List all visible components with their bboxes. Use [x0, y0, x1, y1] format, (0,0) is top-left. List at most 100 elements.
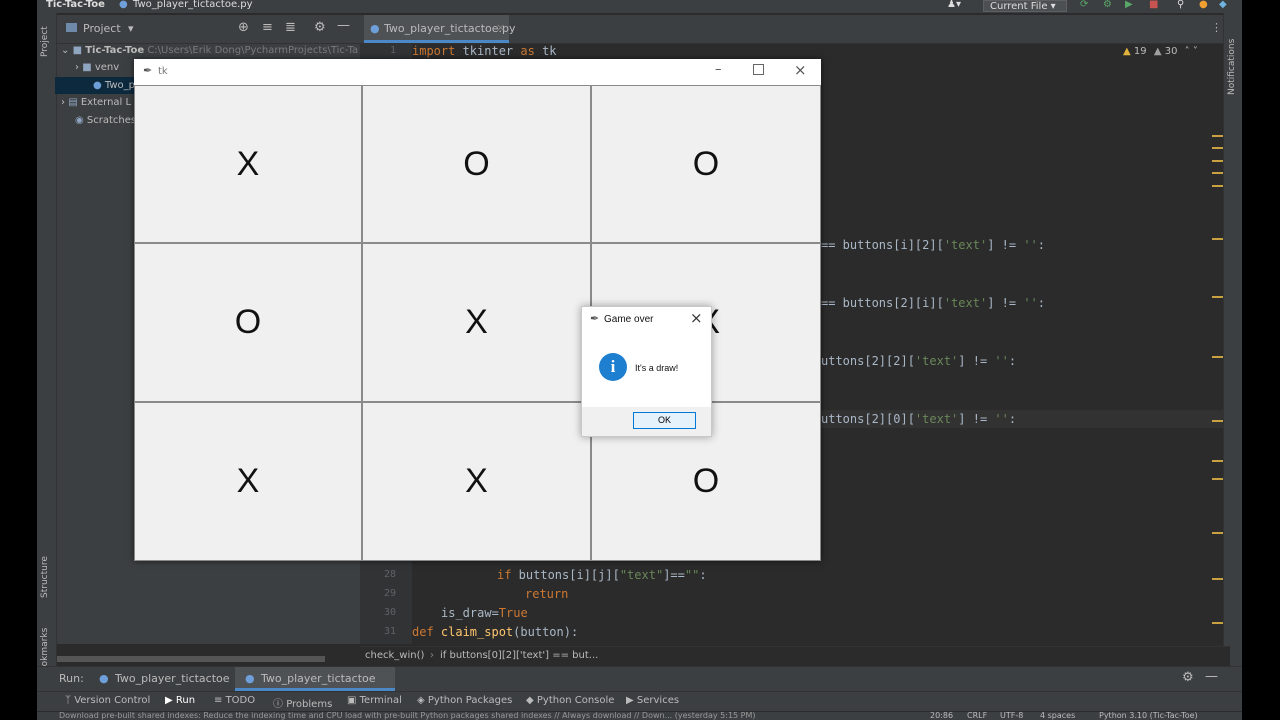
tree-item-venv[interactable]: › ■ venv	[75, 59, 119, 76]
chevron-down-icon[interactable]: ˅	[1193, 46, 1198, 57]
tool-label: Terminal	[359, 695, 402, 706]
status-indent[interactable]: 4 spaces	[1040, 711, 1075, 720]
rerun-icon[interactable]: ⟳	[1080, 0, 1088, 10]
tree-item-scratches[interactable]: ◉ Scratches	[75, 112, 136, 129]
services-icon: ▶	[626, 695, 634, 706]
code-line-28[interactable]: if buttons[i][j]["text"]=="":	[497, 568, 707, 582]
branch-icon: ᛉ	[65, 695, 71, 706]
horizontal-scrollbar[interactable]	[57, 656, 325, 662]
board-cell-0-1[interactable]: O	[363, 86, 590, 242]
tool-services[interactable]: ▶ Services	[626, 695, 679, 706]
tree-item-external[interactable]: › ▤ External L	[61, 94, 131, 111]
dialog-title-bar[interactable]: ✒ Game over ×	[582, 307, 711, 333]
expand-all-icon[interactable]: ≡	[262, 20, 273, 35]
run-config-dropdown[interactable]: Current File ▾	[983, 0, 1067, 12]
status-message[interactable]: Download pre-built shared indexes: Reduc…	[59, 711, 756, 720]
code-token: ] !=	[958, 412, 995, 426]
tool-todo[interactable]: ≡ TODO	[214, 695, 255, 706]
line-number: 30	[383, 607, 396, 618]
run-tab[interactable]: Two_player_tictactoe	[115, 672, 230, 685]
close-icon[interactable]: ×	[496, 21, 505, 34]
code-line-1[interactable]: import tkinter as tk	[412, 44, 557, 58]
project-panel-title[interactable]: Project	[83, 22, 121, 35]
code-line-30[interactable]: is_draw=True	[441, 606, 528, 620]
debug-icon[interactable]: ⚙	[1103, 0, 1112, 10]
code-fragment-1[interactable]: == buttons[i][2]['text'] != '':	[821, 238, 1045, 252]
more-icon[interactable]: ⋮	[1211, 21, 1222, 34]
status-caret-position[interactable]: 20:86	[930, 711, 953, 720]
notifications-strip-label[interactable]: Notifications	[1227, 39, 1237, 95]
status-interpreter[interactable]: Python 3.10 (Tic-Tac-Toe)	[1099, 711, 1198, 720]
code-line-31[interactable]: def claim_spot(button):	[412, 625, 578, 639]
chevron-up-icon[interactable]: ˄	[1185, 46, 1190, 57]
tk-title-bar[interactable]: ✒ tk – ×	[134, 59, 821, 85]
gear-icon[interactable]: ⚙	[314, 20, 326, 35]
tool-version-control[interactable]: ᛉ Version Control	[65, 695, 150, 706]
locate-icon[interactable]: ⊕	[238, 20, 249, 35]
left-tool-strip: Project Structure Bookmarks	[37, 13, 57, 678]
code-token: :	[1037, 238, 1045, 252]
run-tool-window-header: Run: ● Two_player_tictactoe ● Two_player…	[37, 666, 1242, 691]
maximize-icon[interactable]	[753, 64, 764, 75]
board-cell-2-1[interactable]: X	[363, 403, 590, 560]
structure-strip-label[interactable]: Structure	[40, 556, 50, 598]
board-cell-1-1[interactable]: X	[363, 244, 590, 401]
user-icon[interactable]: ♟▾	[947, 0, 961, 10]
coverage-icon[interactable]: ▶	[1125, 0, 1133, 10]
tree-root[interactable]: ⌄ ■ Tic-Tac-Toe C:\Users\Erik Dong\Pycha…	[61, 42, 358, 59]
game-over-dialog: ✒ Game over × i It's a draw! OK	[581, 306, 712, 437]
tool-problems[interactable]: ⓘ Problems	[273, 695, 332, 710]
run-tab-active[interactable]: ● Two_player_tictactoe	[235, 667, 395, 691]
stop-icon[interactable]: ■	[1149, 0, 1158, 10]
code-fragment-3[interactable]: uttons[2][2]['text'] != '':	[821, 354, 1016, 368]
hide-icon[interactable]: —	[337, 18, 350, 33]
weak-warning-icon: ▲	[1153, 46, 1162, 57]
update-icon[interactable]: ●	[1199, 0, 1208, 10]
code-fragment-4[interactable]: uttons[2][0]['text'] != '':	[821, 412, 1016, 426]
folder-icon: ■	[82, 62, 92, 73]
board-cell-2-0[interactable]: X	[135, 403, 361, 560]
breadcrumb-separator-icon: ›	[430, 650, 434, 661]
tool-python-packages[interactable]: ◈ Python Packages	[417, 695, 512, 706]
status-line-separator[interactable]: CRLF	[967, 711, 987, 720]
board-cell-0-0[interactable]: X	[135, 86, 361, 242]
gear-icon[interactable]: ⚙	[1182, 670, 1194, 685]
ide-title-bar: Tic-Tac-Toe ● Two_player_tictactoe.py ♟▾…	[37, 0, 1242, 13]
board-cell-0-2[interactable]: O	[592, 86, 820, 242]
code-token: tk	[534, 44, 557, 58]
terminal-icon: ▣	[347, 695, 357, 706]
close-icon[interactable]: ×	[794, 61, 807, 79]
code-token: "text"	[619, 568, 664, 582]
code-token: ""	[684, 568, 700, 582]
tool-label: Python Console	[536, 695, 615, 706]
code-token: ] !=	[987, 296, 1024, 310]
search-icon[interactable]: ⚲	[1177, 0, 1184, 10]
info-icon: ⓘ	[273, 699, 283, 710]
breadcrumb-condition[interactable]: if buttons[0][2]['text'] == but...	[440, 650, 598, 661]
close-icon[interactable]: ×	[690, 309, 703, 327]
code-token: ''	[1023, 296, 1038, 310]
project-strip-label[interactable]: Project	[40, 26, 50, 57]
tool-python-console[interactable]: ◆ Python Console	[526, 695, 614, 706]
tool-label: Services	[636, 695, 680, 706]
minimize-icon[interactable]: –	[715, 62, 722, 77]
weak-warning-count: 30	[1164, 46, 1178, 57]
code-line-29[interactable]: return	[525, 587, 568, 601]
tab-two-player-tictactoe[interactable]: ● Two_player_tictactoe.py ×	[364, 15, 516, 43]
code-token: ] !=	[958, 354, 995, 368]
jetbrains-icon[interactable]: ◆	[1219, 0, 1227, 10]
chevron-down-icon[interactable]: ▾	[128, 22, 134, 35]
board-cell-1-0[interactable]: O	[135, 244, 361, 401]
library-icon: ▤	[68, 97, 78, 108]
ok-button[interactable]: OK	[633, 412, 696, 429]
hide-icon[interactable]: —	[1205, 669, 1218, 684]
status-encoding[interactable]: UTF-8	[1000, 711, 1023, 720]
breadcrumb-function[interactable]: check_win()	[365, 650, 424, 661]
tool-run[interactable]: ▶ Run	[165, 695, 195, 706]
tool-terminal[interactable]: ▣ Terminal	[347, 695, 402, 706]
inspection-widget[interactable]: ▲ 19 ▲ 30 ˄ ˅	[1123, 46, 1198, 57]
code-token: == buttons[2][i][	[821, 296, 944, 310]
chevron-right-icon: ›	[61, 97, 65, 108]
collapse-all-icon[interactable]: ≣	[285, 20, 296, 35]
code-fragment-2[interactable]: == buttons[2][i]['text'] != '':	[821, 296, 1045, 310]
